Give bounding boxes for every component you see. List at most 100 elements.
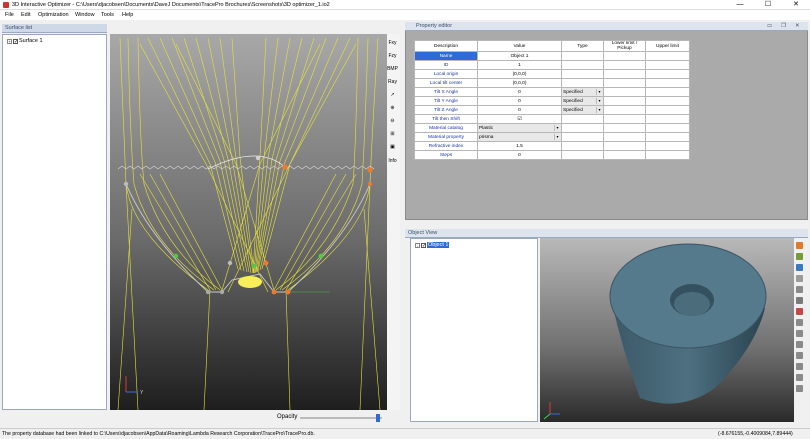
dropdown-arrow-icon[interactable]: ▾ — [596, 107, 602, 113]
property-row[interactable]: Tilt X Angle 0 Specified ▾ — [414, 87, 690, 97]
column-header-value[interactable]: Value — [477, 40, 562, 52]
fzy-tool-button[interactable]: Fzy — [388, 51, 397, 60]
property-upper-limit-field[interactable] — [645, 150, 690, 160]
property-row[interactable]: Local origin (0,0,0) — [414, 69, 690, 79]
opacity-slider-track[interactable] — [300, 414, 382, 422]
property-upper-limit-field[interactable] — [645, 51, 690, 61]
tree-item-surface-1[interactable]: + ✓ Surface 1 — [7, 38, 43, 44]
checkbox-icon[interactable]: ✓ — [421, 242, 426, 248]
property-lower-limit-field[interactable] — [603, 114, 646, 124]
side-view-icon[interactable] — [796, 341, 803, 348]
front-view-icon[interactable] — [796, 330, 803, 337]
property-upper-limit-field[interactable] — [645, 96, 690, 106]
control-point[interactable] — [285, 289, 291, 295]
ray-trace-canvas[interactable]: Y — [110, 34, 387, 411]
property-value-field[interactable]: 0 — [477, 105, 562, 115]
property-row[interactable]: ID 1 — [414, 60, 690, 70]
property-row[interactable]: Material catalog Plastic ▾ — [414, 123, 690, 133]
property-row[interactable]: Name Object 1 — [414, 51, 690, 61]
zoom-fit-button[interactable]: ⊞ — [388, 129, 397, 138]
property-type-field[interactable] — [561, 123, 604, 133]
property-value-field[interactable]: Object 1 — [477, 51, 562, 61]
ray-tool-button[interactable]: Ray — [388, 77, 397, 86]
property-upper-limit-field[interactable] — [645, 105, 690, 115]
control-point[interactable] — [255, 155, 261, 161]
property-upper-limit-field[interactable] — [645, 69, 690, 79]
info-button[interactable]: Info — [388, 156, 397, 165]
control-point[interactable] — [251, 263, 257, 269]
control-point[interactable] — [282, 164, 288, 170]
property-type-field[interactable]: Specified ▾ — [561, 96, 604, 106]
menu-help[interactable]: Help — [122, 12, 133, 18]
property-upper-limit-field[interactable] — [645, 87, 690, 97]
fit-tool-icon[interactable] — [796, 319, 803, 326]
checkbox-icon[interactable]: ✓ — [13, 38, 18, 44]
tree-item-object-1[interactable]: - ✓ Object 1 — [415, 242, 450, 248]
wireframe-icon[interactable] — [796, 374, 803, 381]
restore-child-button[interactable]: ▭ — [767, 22, 772, 31]
property-upper-limit-field[interactable] — [645, 141, 690, 151]
property-type-field[interactable] — [561, 51, 604, 61]
property-row[interactable]: Refractive index 1.5 — [414, 141, 690, 151]
zoom-out-button[interactable]: ⊖ — [388, 116, 397, 125]
dropdown-arrow-icon[interactable]: ▾ — [596, 89, 602, 95]
column-header-type[interactable]: Type — [561, 40, 604, 52]
zoom-in-button[interactable]: ⊕ — [388, 103, 397, 112]
property-lower-limit-field[interactable] — [603, 141, 646, 151]
property-lower-limit-field[interactable] — [603, 87, 646, 97]
property-lower-limit-field[interactable] — [603, 78, 646, 88]
control-point[interactable] — [205, 289, 211, 295]
property-row[interactable]: Tilt then Shift ☑ — [414, 114, 690, 124]
property-lower-limit-field[interactable] — [603, 60, 646, 70]
property-lower-limit-field[interactable] — [603, 96, 646, 106]
opacity-slider-thumb[interactable] — [375, 414, 380, 422]
control-point[interactable] — [219, 289, 225, 295]
object-3d-canvas[interactable] — [540, 238, 794, 422]
shade-tool-icon[interactable] — [796, 253, 803, 260]
ray-trace-viewport[interactable]: Y — [110, 34, 387, 411]
property-type-field[interactable] — [561, 78, 604, 88]
property-upper-limit-field[interactable] — [645, 114, 690, 124]
property-row[interactable]: Tilt Y Angle 0 Specified ▾ — [414, 96, 690, 106]
expand-icon[interactable]: + — [7, 38, 12, 44]
property-type-field[interactable] — [561, 114, 604, 124]
property-lower-limit-field[interactable] — [603, 132, 646, 142]
control-point[interactable] — [271, 289, 277, 295]
menu-optimization[interactable]: Optimization — [38, 12, 69, 18]
property-row[interactable]: Material property prisma ▾ — [414, 132, 690, 142]
property-value-field[interactable]: 0 — [477, 150, 562, 160]
property-row[interactable]: Local tilt center (0,0,0) — [414, 78, 690, 88]
property-lower-limit-field[interactable] — [603, 123, 646, 133]
property-lower-limit-field[interactable] — [603, 69, 646, 79]
menu-file[interactable]: File — [5, 12, 14, 18]
solid-icon[interactable] — [796, 385, 803, 392]
control-point[interactable] — [227, 260, 233, 266]
property-value-field[interactable]: Plastic ▾ — [477, 123, 562, 133]
property-row[interactable]: Tilt Z Angle 0 Specified ▾ — [414, 105, 690, 115]
property-value-field[interactable]: ☑ — [477, 114, 562, 124]
property-type-field[interactable]: Specified ▾ — [561, 105, 604, 115]
property-row[interactable]: Steps 0 — [414, 150, 690, 160]
property-upper-limit-field[interactable] — [645, 123, 690, 133]
collapse-icon[interactable]: - — [415, 242, 420, 248]
control-point[interactable] — [318, 253, 324, 259]
column-header-description[interactable]: Description — [414, 40, 478, 52]
column-header-lower-limit[interactable]: Lower limit / Pickup — [603, 40, 646, 52]
property-type-field[interactable]: Specified ▾ — [561, 87, 604, 97]
close-child-button[interactable]: ✕ — [795, 22, 800, 31]
property-value-field[interactable]: 1 — [477, 60, 562, 70]
zoom-tool-icon[interactable] — [796, 275, 803, 282]
column-header-upper-limit[interactable]: Upper limit — [645, 40, 690, 52]
property-value-field[interactable]: 0 — [477, 87, 562, 97]
property-value-field[interactable]: 0 — [477, 96, 562, 106]
bmp-tool-button[interactable]: BMP — [387, 64, 398, 73]
control-point[interactable] — [367, 167, 373, 173]
top-view-icon[interactable] — [796, 352, 803, 359]
control-point[interactable] — [367, 181, 373, 187]
property-value-field[interactable]: 1.5 — [477, 141, 562, 151]
frame-button[interactable]: ▣ — [388, 142, 397, 151]
property-type-field[interactable] — [561, 141, 604, 151]
rotate-tool-icon[interactable] — [796, 286, 803, 293]
object-3d-viewport[interactable] — [540, 238, 794, 422]
maximize-button[interactable]: ☐ — [754, 0, 782, 10]
